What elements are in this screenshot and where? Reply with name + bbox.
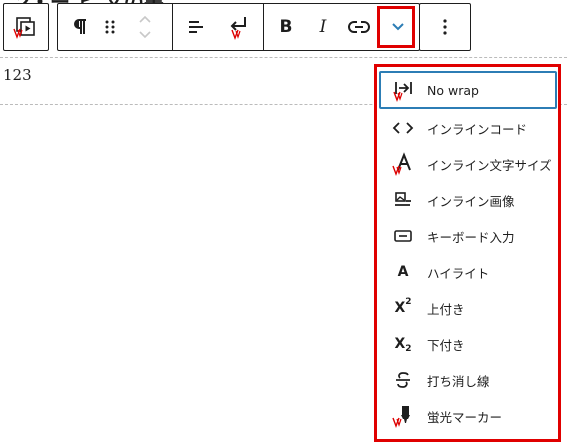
link-button[interactable]: [344, 4, 374, 50]
paragraph-block-text[interactable]: 123: [3, 66, 32, 84]
subscript-number: 2: [405, 344, 412, 354]
move-up-down-buttons[interactable]: [130, 4, 160, 50]
annotation-highlight-box: [377, 6, 415, 48]
menu-item-no-wrap[interactable]: No wrap: [379, 71, 557, 109]
menu-item-subscript[interactable]: X 2 下付き: [381, 326, 557, 362]
menu-item-label: 下付き: [427, 337, 465, 353]
menu-item-inline-font-size[interactable]: インライン文字サイズ: [381, 146, 557, 182]
copy-block-icon: [13, 17, 35, 39]
font-size-icon: [391, 152, 415, 176]
pilcrow-icon: [74, 19, 86, 34]
align-button[interactable]: [182, 4, 210, 50]
paragraph-button[interactable]: [66, 4, 94, 50]
superscript-icon: X 2: [391, 296, 415, 320]
menu-item-label: ハイライト: [427, 265, 490, 281]
menu-item-label: インラインコード: [427, 121, 528, 137]
menu-item-keyboard-input[interactable]: キーボード入力: [381, 218, 557, 254]
options-group: [419, 3, 471, 51]
move-up-down-icon: [139, 15, 151, 39]
menu-item-label: インライン画像: [427, 193, 515, 209]
drag-handle-icon: [105, 20, 115, 34]
rich-text-dropdown-menu: No wrap インラインコード インライン文字サイズ インライン画像 キーボー…: [374, 64, 561, 442]
bold-button[interactable]: B: [272, 4, 300, 50]
block-switcher-button[interactable]: [4, 4, 48, 50]
superscript-number: 2: [405, 297, 412, 307]
subscript-icon: X 2: [391, 332, 415, 356]
marker-icon: [391, 404, 415, 428]
align-left-icon: [189, 21, 203, 33]
menu-item-label: インライン文字サイズ: [427, 157, 552, 173]
code-icon: [391, 116, 415, 140]
menu-item-superscript[interactable]: X 2 上付き: [381, 290, 557, 326]
menu-item-label: 蛍光マーカー: [427, 409, 503, 425]
more-vertical-icon: [443, 19, 447, 35]
block-switcher-group: [3, 3, 49, 51]
menu-item-label: 打ち消し線: [427, 373, 490, 389]
menu-item-inline-image[interactable]: インライン画像: [381, 182, 557, 218]
toolbar-separator: [263, 4, 264, 50]
block-toolbar: B I: [57, 3, 420, 51]
menu-item-label: キーボード入力: [427, 229, 515, 245]
return-arrow-icon: [230, 17, 246, 40]
strikethrough-icon: [391, 368, 415, 392]
highlight-icon: A: [391, 260, 415, 284]
menu-item-strikethrough[interactable]: 打ち消し線: [381, 362, 557, 398]
drag-handle[interactable]: [98, 4, 122, 50]
menu-item-highlight[interactable]: A ハイライト: [381, 254, 557, 290]
toolbar-separator: [172, 4, 173, 50]
link-icon: [348, 21, 370, 33]
keyboard-icon: [391, 224, 415, 248]
inline-image-icon: [391, 188, 415, 212]
options-button[interactable]: [420, 4, 470, 50]
enter-button[interactable]: [222, 4, 256, 50]
superscript-glyph: X: [394, 300, 406, 316]
highlight-glyph: A: [397, 264, 409, 280]
menu-item-label: No wrap: [427, 82, 479, 98]
menu-item-marker[interactable]: 蛍光マーカー: [381, 398, 557, 434]
subscript-glyph: X: [394, 336, 406, 352]
no-wrap-icon: [391, 78, 415, 102]
menu-item-inline-code[interactable]: インラインコード: [381, 110, 557, 146]
menu-item-label: 上付き: [427, 301, 465, 317]
italic-button[interactable]: I: [310, 4, 336, 50]
